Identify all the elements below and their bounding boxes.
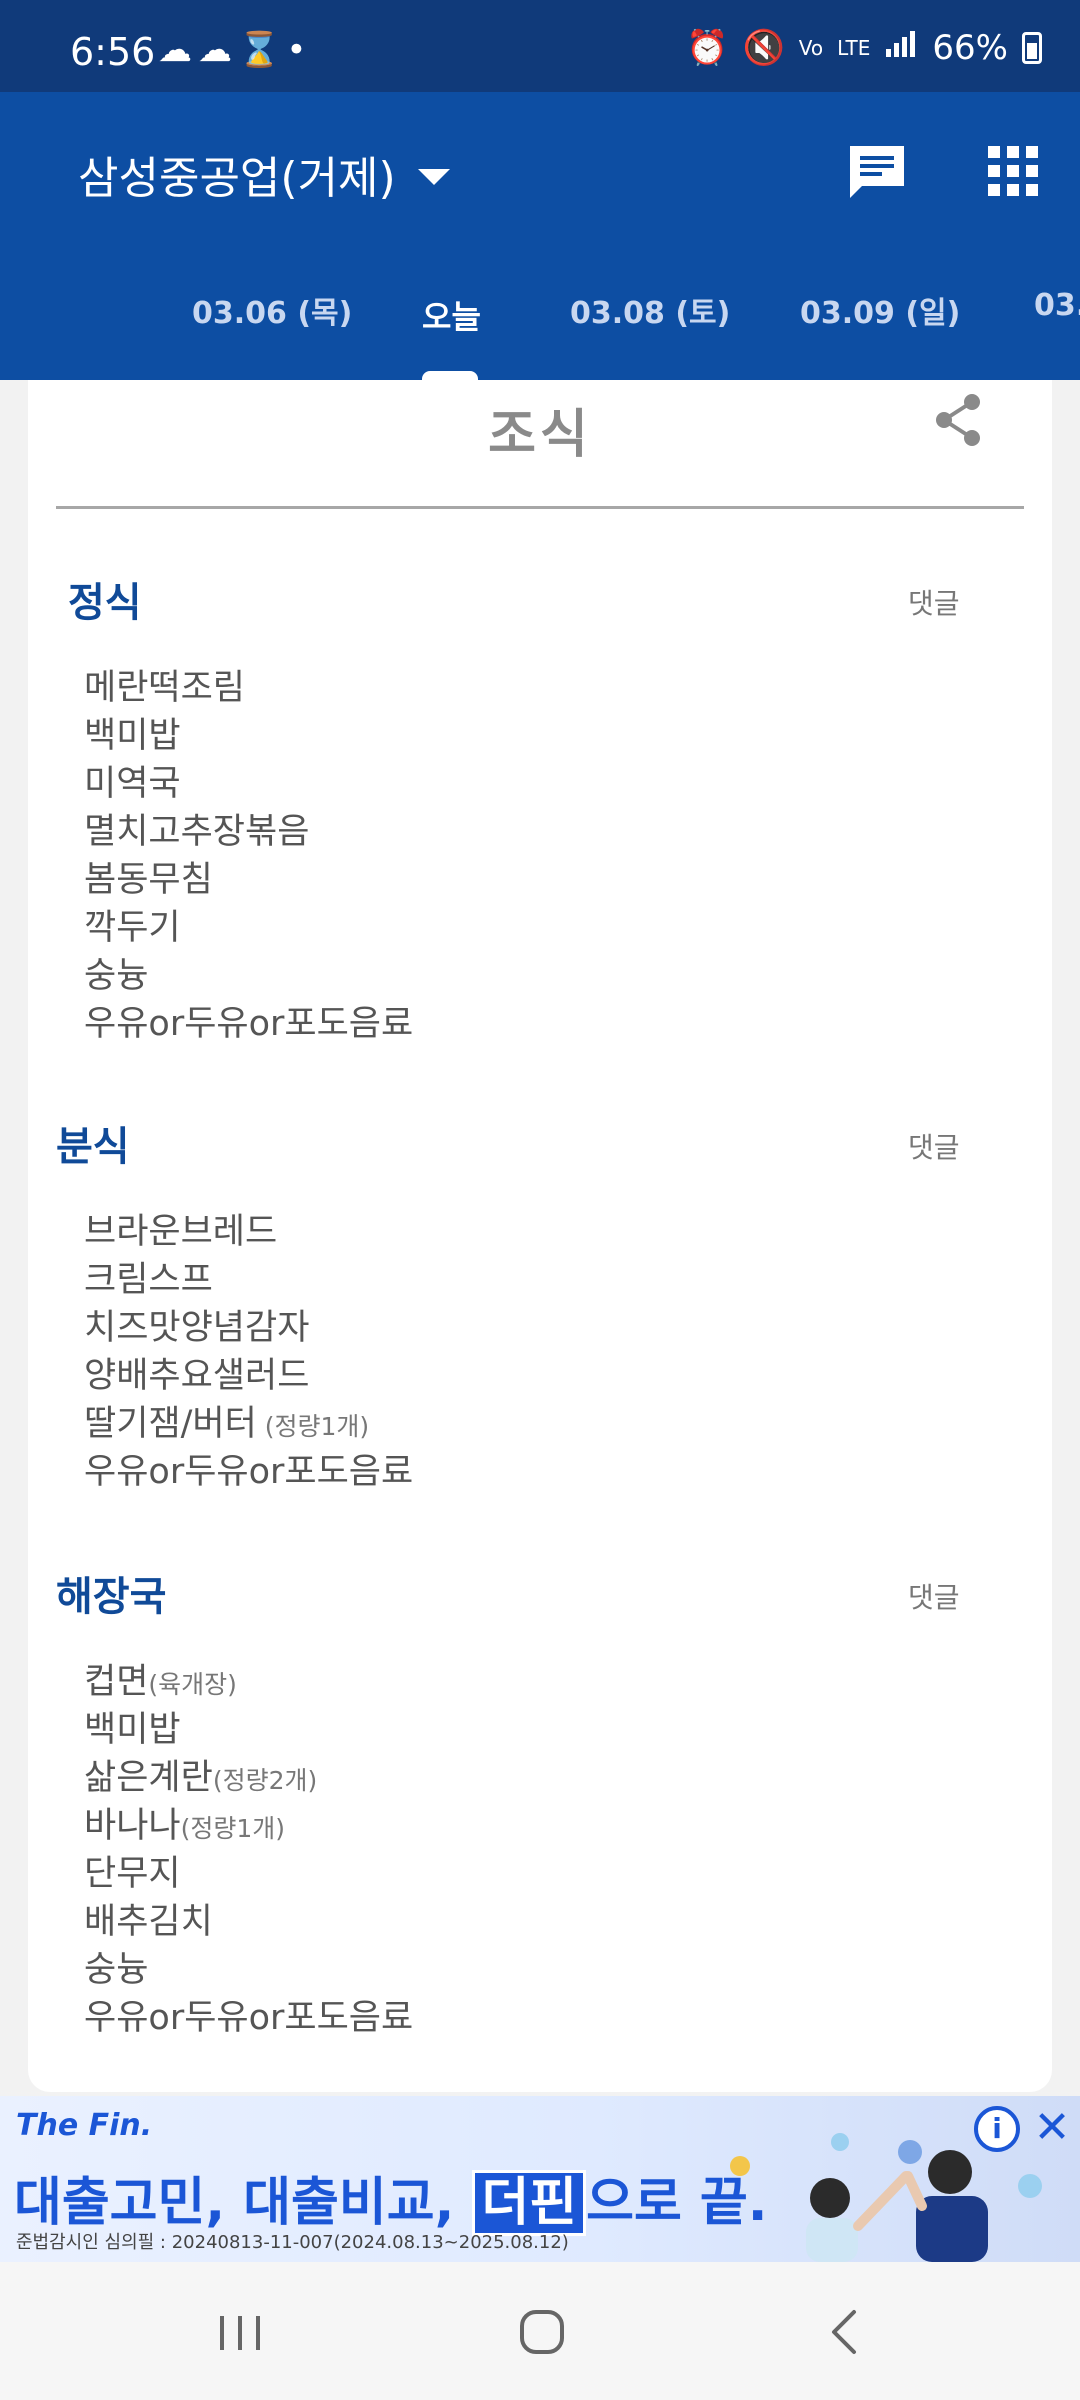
menu-item: 우유or두유or포도음료 (84, 1004, 414, 1044)
section-title-jeongsik: 정식 (68, 580, 142, 626)
share-icon (936, 394, 980, 446)
menu-item: 백미밥 (84, 1710, 181, 1750)
weather-icon: ☁ (198, 30, 238, 70)
mute-icon: 🔇 (742, 28, 785, 68)
comment-link-bunsik[interactable]: 댓글 (908, 1126, 960, 1166)
menu-item: 브라운브레드 (84, 1212, 278, 1252)
home-button[interactable] (512, 2302, 572, 2362)
lte-icon: LTE (837, 36, 871, 60)
apps-grid-dot (1026, 184, 1038, 196)
chat-icon (850, 146, 904, 198)
tab-today[interactable]: 오늘 (422, 292, 481, 338)
menu-item: 삶은계란(정량2개) (84, 1758, 318, 1798)
apps-grid-dot (1026, 165, 1038, 177)
date-tabs: 03.06 (목) 오늘 03.08 (토) 03.09 (일) 03. (0, 288, 1080, 380)
menu-item: 컵면(육개장) (84, 1662, 237, 1702)
section-title-haejangguk: 해장국 (56, 1574, 167, 1620)
share-button[interactable] (930, 392, 986, 448)
menu-item: 딸기잼/버터 (정량1개) (84, 1404, 370, 1444)
alarm-icon: ⏰ (686, 28, 729, 68)
menu-item: 깍두기 (84, 908, 181, 948)
ad-headline-box: 더핀 (472, 2170, 587, 2236)
menu-item: 미역국 (84, 764, 181, 804)
menu-item: 숭늉 (84, 1950, 149, 1990)
home-icon (520, 2310, 564, 2354)
location-name: 삼성중공업(거제) (78, 153, 396, 204)
system-nav-bar (0, 2262, 1080, 2400)
apps-grid-icon (988, 146, 1000, 158)
menu-item: 우유or두유or포도음료 (84, 1998, 414, 2038)
recent-apps-icon (220, 2316, 260, 2350)
apps-grid-dot (1007, 146, 1019, 158)
menu-item-note: (정량2개) (212, 1766, 318, 1795)
ad-headline-part1: 대출고민, 대출비교, (14, 2173, 473, 2233)
meal-title: 조식 (488, 405, 592, 465)
dot-icon: • (286, 30, 313, 70)
battery-percent: 66% (932, 28, 1008, 68)
comment-link-jeongsik[interactable]: 댓글 (908, 582, 960, 622)
status-time: 6:56 (70, 30, 156, 74)
menu-list-haejangguk: 컵면(육개장) 백미밥 삶은계란(정량2개) 바나나(정량1개) 단무지 배추김… (84, 1658, 413, 2042)
menu-item: 우유or두유or포도음료 (84, 1452, 414, 1492)
apps-grid-dot (1007, 165, 1019, 177)
apps-grid-dot (988, 165, 1000, 177)
close-icon[interactable]: ✕ (1030, 2106, 1074, 2150)
menu-item: 크림스프 (84, 1260, 213, 1300)
battery-icon (1022, 32, 1042, 64)
back-icon (832, 2310, 856, 2354)
menu-list-jeongsik: 메란떡조림 백미밥 미역국 멸치고추장볶음 봄동무침 깍두기 숭늉 우유or두유… (84, 664, 413, 1048)
status-left-icons: ☁☁⌛• (158, 30, 312, 70)
menu-item: 단무지 (84, 1854, 181, 1894)
menu-item: 바나나(정량1개) (84, 1806, 286, 1846)
menu-item: 메란떡조림 (84, 668, 246, 708)
status-bar: 6:56 ☁☁⌛• ⏰ 🔇 Vo LTE 66% (0, 0, 1080, 92)
volte-icon: Vo (798, 36, 824, 60)
menu-item: 치즈맛양념감자 (84, 1308, 310, 1348)
location-selector[interactable]: 삼성중공업(거제) (78, 142, 450, 206)
section-title-bunsik: 분식 (56, 1124, 130, 1170)
ad-banner[interactable]: The Fin. 대출고민, 대출비교, 더핀 으로 끝. 준법감시인 심의필 :… (0, 2096, 1080, 2262)
recent-apps-button[interactable] (210, 2302, 270, 2362)
tab-date-0309[interactable]: 03.09 (일) (800, 288, 960, 332)
status-right-icons: ⏰ 🔇 Vo LTE 66% (686, 28, 1042, 68)
chat-button[interactable] (846, 142, 908, 204)
apps-grid-dot (988, 184, 1000, 196)
ad-headline: 대출고민, 대출비교, 더핀 으로 끝. (14, 2160, 768, 2236)
apps-grid-dot (1007, 184, 1019, 196)
menu-item: 봄동무침 (84, 860, 213, 900)
app-bar: 삼성중공업(거제) 03.06 (목) 오늘 03.08 (토) 03.09 (… (0, 92, 1080, 380)
back-button[interactable] (816, 2302, 876, 2362)
menu-item: 숭늉 (84, 956, 149, 996)
card-divider (56, 506, 1024, 509)
dropdown-caret-icon (417, 169, 450, 185)
menu-item: 양배추요샐러드 (84, 1356, 310, 1396)
menu-item: 멸치고추장볶음 (84, 812, 310, 852)
tab-date-0306[interactable]: 03.06 (목) (192, 288, 352, 332)
menu-item-note: (육개장) (148, 1670, 237, 1699)
meal-card: 조식 정식 댓글 메란떡조림 백미밥 미역국 멸치고추장볶음 봄동무침 깍두기 … (28, 380, 1052, 2092)
active-tab-indicator (422, 371, 478, 380)
menu-item: 백미밥 (84, 716, 181, 756)
tab-date-0308[interactable]: 03.08 (토) (570, 288, 730, 332)
info-icon[interactable]: i (974, 2106, 1020, 2152)
apps-grid-dot (1026, 146, 1038, 158)
comment-link-haejangguk[interactable]: 댓글 (908, 1576, 960, 1616)
menu-item-note: (정량1개) (180, 1814, 286, 1843)
menu-item: 배추김치 (84, 1902, 213, 1942)
hourglass-icon: ⌛ (238, 30, 287, 70)
cloud-icon: ☁ (158, 30, 198, 70)
menu-list-bunsik: 브라운브레드 크림스프 치즈맛양념감자 양배추요샐러드 딸기잼/버터 (정량1개… (84, 1208, 413, 1496)
tab-date-next[interactable]: 03. (1034, 288, 1080, 323)
ad-brand: The Fin. (16, 2108, 153, 2143)
ad-legal-text: 준법감시인 심의필 : 20240813-11-007(2024.08.13~2… (16, 2232, 569, 2253)
menu-item-note: (정량1개) (256, 1412, 370, 1441)
apps-grid-button[interactable] (988, 146, 1038, 196)
signal-icon (884, 28, 918, 68)
